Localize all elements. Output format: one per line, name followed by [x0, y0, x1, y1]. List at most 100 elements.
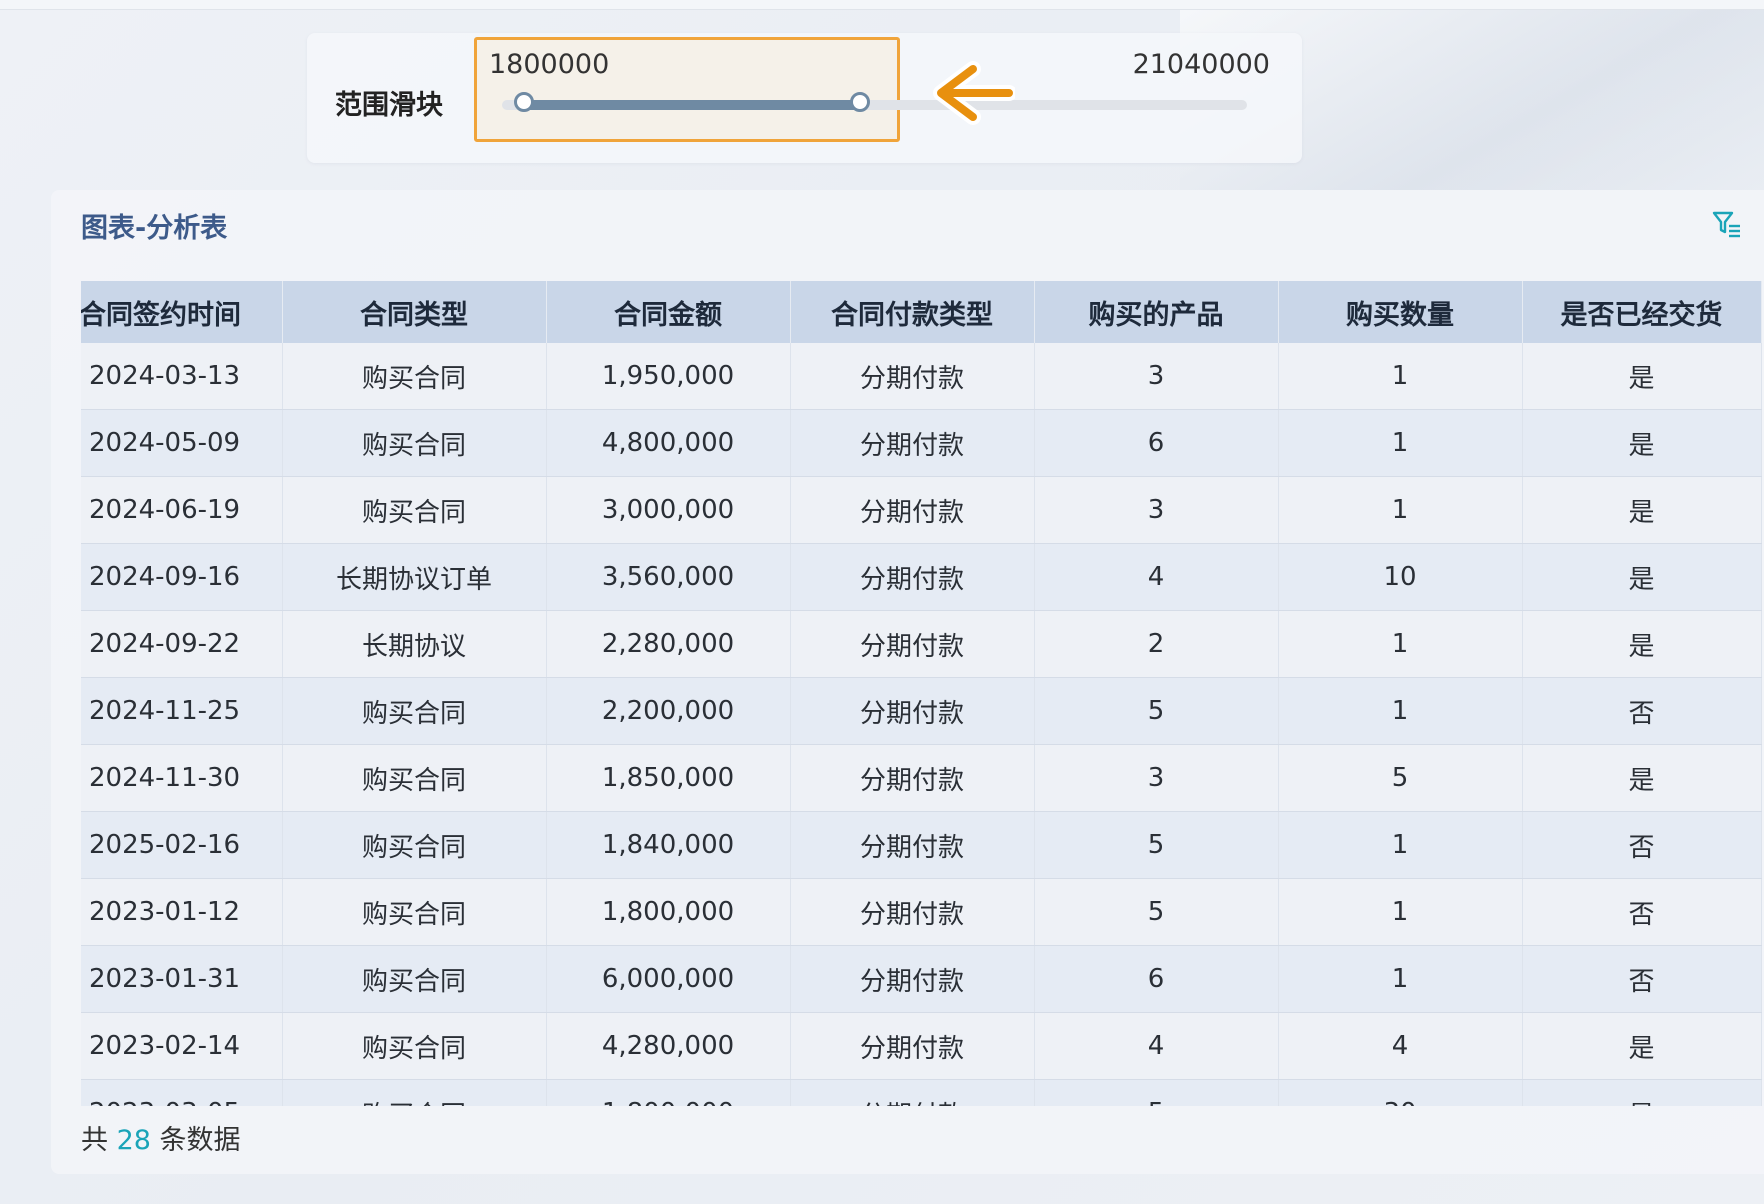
table-row[interactable]: 2023-03-05购买合同1,800,000分期付款530是 [81, 1079, 1762, 1106]
table-cell: 30 [1278, 1079, 1523, 1106]
table-cell: 1 [1278, 343, 1523, 410]
table-cell: 购买合同 [282, 945, 547, 1013]
table-cell: 2024-05-09 [81, 409, 283, 477]
table-cell: 1,800,000 [546, 1079, 791, 1106]
table-row[interactable]: 2023-01-31 购买合同 6,000,000 分期付款 6 1 否 [81, 945, 1762, 1013]
table-cell: 购买合同 [282, 1012, 547, 1080]
table-cell: 4 [1278, 1012, 1523, 1080]
table-cell: 4 [1034, 543, 1279, 611]
table-cell: 4,800,000 [546, 409, 791, 477]
table-row[interactable]: 2024-11-30 购买合同 1,850,000 分期付款 3 5 是 [81, 744, 1762, 812]
table-cell: 分期付款 [790, 476, 1035, 544]
table-cell: 5 [1034, 811, 1279, 879]
table-row[interactable]: 2023-02-14 购买合同 4,280,000 分期付款 4 4 是 [81, 1012, 1762, 1080]
table-cell: 2023-01-31 [81, 945, 283, 1013]
left-arrow-icon [933, 61, 1015, 125]
column-header[interactable]: 合同金额 [546, 281, 791, 343]
table-row[interactable]: 2025-02-16 购买合同 1,840,000 分期付款 5 1 否 [81, 811, 1762, 879]
table-cell: 购买合同 [282, 878, 547, 946]
table-cell: 是 [1522, 343, 1762, 410]
table-cell: 1 [1278, 476, 1523, 544]
table-cell: 2024-09-16 [81, 543, 283, 611]
table-cell: 1,950,000 [546, 343, 791, 410]
record-count-number: 28 [116, 1125, 151, 1156]
table-cell: 是 [1522, 543, 1762, 611]
table-cell: 2024-09-22 [81, 610, 283, 678]
table-cell: 分期付款 [790, 543, 1035, 611]
table-cell: 3 [1034, 476, 1279, 544]
table-cell: 5 [1034, 1079, 1279, 1106]
table-row[interactable]: 2024-09-22 长期协议 2,280,000 分期付款 2 1 是 [81, 610, 1762, 678]
table-cell: 1 [1278, 409, 1523, 477]
table-cell: 否 [1522, 677, 1762, 745]
table-cell: 购买合同 [282, 744, 547, 812]
slider-selected-range [524, 100, 860, 110]
column-header[interactable]: 是否已经交货 [1522, 281, 1762, 343]
table-cell: 分期付款 [790, 343, 1035, 410]
record-count-prefix: 共 [81, 1125, 108, 1156]
table-cell: 6,000,000 [546, 945, 791, 1013]
table-cell: 3,000,000 [546, 476, 791, 544]
table-cell: 购买合同 [282, 677, 547, 745]
table-cell: 2,200,000 [546, 677, 791, 745]
slider-max-value: 21040000 [1132, 49, 1270, 80]
table-row[interactable]: 2024-06-19 购买合同 3,000,000 分期付款 3 1 是 [81, 476, 1762, 544]
column-header[interactable]: 合同类型 [282, 281, 547, 343]
table-row[interactable]: 2023-01-12 购买合同 1,800,000 分期付款 5 1 否 [81, 878, 1762, 946]
table-cell: 1 [1278, 945, 1523, 1013]
table-cell: 6 [1034, 945, 1279, 1013]
table-cell: 2023-02-14 [81, 1012, 283, 1080]
table-cell: 分期付款 [790, 878, 1035, 946]
column-header[interactable]: 合同付款类型 [790, 281, 1035, 343]
table-cell: 分期付款 [790, 811, 1035, 879]
table-row[interactable]: 2024-03-13 购买合同 1,950,000 分期付款 3 1 是 [81, 343, 1762, 410]
table-row[interactable]: 2024-05-09 购买合同 4,800,000 分期付款 6 1 是 [81, 409, 1762, 477]
table-cell: 购买合同 [282, 343, 547, 410]
table-cell: 分期付款 [790, 1012, 1035, 1080]
table-cell: 3,560,000 [546, 543, 791, 611]
table-cell: 1 [1278, 677, 1523, 745]
table-cell: 分期付款 [790, 1079, 1035, 1106]
column-header[interactable]: 购买的产品 [1034, 281, 1279, 343]
table-cell: 5 [1278, 744, 1523, 812]
table-cell: 6 [1034, 409, 1279, 477]
table-cell: 否 [1522, 945, 1762, 1013]
column-header[interactable]: 购买数量 [1278, 281, 1523, 343]
range-slider-panel: 范围滑块 1800000 21040000 [307, 33, 1302, 163]
table-cell: 1,850,000 [546, 744, 791, 812]
table-cell: 1,800,000 [546, 878, 791, 946]
table-cell: 分期付款 [790, 945, 1035, 1013]
table-cell: 否 [1522, 811, 1762, 879]
data-table-container[interactable]: 合同签约时间 合同类型 合同金额 合同付款类型 购买的产品 购买数量 是否已经交货 2024… [81, 281, 1764, 1106]
top-bar [0, 0, 1764, 10]
slider-end-handle[interactable] [849, 92, 870, 112]
table-cell: 购买合同 [282, 811, 547, 879]
table-cell: 2024-11-25 [81, 677, 283, 745]
table-cell: 5 [1034, 878, 1279, 946]
table-cell: 购买合同 [282, 1079, 547, 1106]
table-cell: 2024-06-19 [81, 476, 283, 544]
slider-min-value: 1800000 [489, 49, 610, 80]
slider-track[interactable] [502, 92, 1247, 112]
table-cell: 2,280,000 [546, 610, 791, 678]
table-cell: 是 [1522, 1079, 1762, 1106]
table-cell: 1 [1278, 878, 1523, 946]
column-header[interactable]: 合同签约时间 [81, 281, 283, 343]
table-row[interactable]: 2024-11-25 购买合同 2,200,000 分期付款 5 1 否 [81, 677, 1762, 745]
record-count-suffix: 条数据 [159, 1125, 241, 1156]
table-cell: 长期协议订单 [282, 543, 547, 611]
range-slider-label: 范围滑块 [335, 90, 443, 121]
table-cell: 是 [1522, 744, 1762, 812]
table-cell: 分期付款 [790, 610, 1035, 678]
table-cell: 5 [1034, 677, 1279, 745]
table-row[interactable]: 2024-09-16 长期协议订单 3,560,000 分期付款 4 10 是 [81, 543, 1762, 611]
filter-icon[interactable] [1712, 210, 1742, 238]
analysis-table-panel: 图表-分析表 合同签约时间 合同类型 合同金额 合同付款类型 购买的产品 购买数量 是否已经… [51, 190, 1764, 1174]
table-body: 2024-03-13 购买合同 1,950,000 分期付款 3 1 是 2024-05-09… [81, 343, 1762, 1106]
table-cell: 分期付款 [790, 677, 1035, 745]
table-cell: 购买合同 [282, 409, 547, 477]
table-cell: 2023-03-05 [81, 1079, 283, 1106]
record-count: 共 28 条数据 [81, 1118, 241, 1157]
table-cell: 长期协议 [282, 610, 547, 678]
table-cell: 1,840,000 [546, 811, 791, 879]
